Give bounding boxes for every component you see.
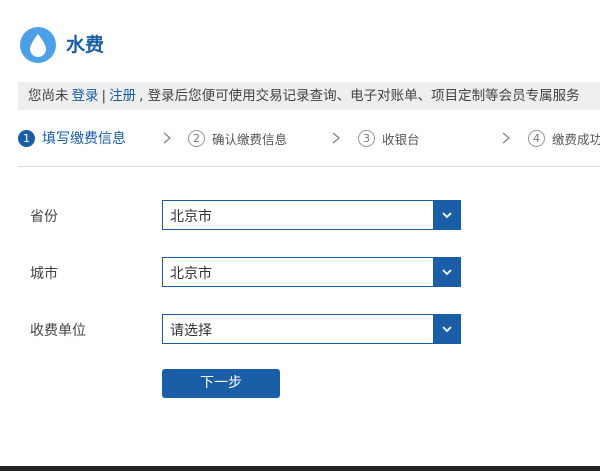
next-step-button[interactable]: 下一步 xyxy=(162,369,280,398)
province-value: 北京市 xyxy=(170,209,212,225)
page-title: 水费 xyxy=(66,34,105,56)
notice-prefix: 您尚未 xyxy=(28,88,69,104)
step-fill-info: 1 填写缴费信息 xyxy=(18,128,126,148)
city-row: 城市 北京市 xyxy=(0,257,600,287)
step-label-4: 缴费成功 xyxy=(552,131,600,147)
province-row: 省份 北京市 xyxy=(0,200,600,230)
chevron-right-icon xyxy=(163,132,172,144)
step-payment-success: 4 缴费成功 xyxy=(528,128,600,148)
city-label: 城市 xyxy=(30,266,58,282)
notice-separator: | xyxy=(101,88,107,104)
progress-steps: 1 填写缴费信息 2 确认缴费信息 3 收银台 4 缴费成功 xyxy=(0,118,600,156)
chevron-down-icon xyxy=(442,212,452,219)
step-label-2: 确认缴费信息 xyxy=(212,131,288,147)
step-label-3: 收银台 xyxy=(382,131,420,147)
register-link[interactable]: 注册 xyxy=(109,88,136,104)
notice-suffix: , 登录后您便可使用交易记录查询、电子对账单、项目定制等会员专属服务 xyxy=(139,88,580,104)
city-dropdown-button[interactable] xyxy=(433,257,461,287)
step-number-1: 1 xyxy=(18,129,35,147)
city-select[interactable]: 北京市 xyxy=(162,257,461,287)
chevron-right-icon xyxy=(502,132,511,144)
charging-unit-select[interactable]: 请选择 xyxy=(162,314,461,344)
divider xyxy=(18,166,600,167)
step-label-1: 填写缴费信息 xyxy=(42,131,126,147)
step-number-4: 4 xyxy=(528,129,545,147)
charging-unit-label: 收费单位 xyxy=(30,323,86,339)
step-number-2: 2 xyxy=(188,129,205,147)
province-dropdown-button[interactable] xyxy=(433,200,461,230)
charging-unit-dropdown-button[interactable] xyxy=(433,314,461,344)
province-label: 省份 xyxy=(30,209,58,225)
login-notice-bar: 您尚未 登录 | 注册, 登录后您便可使用交易记录查询、电子对账单、项目定制等会员专属… xyxy=(18,82,600,110)
chevron-right-icon xyxy=(332,132,341,144)
charging-unit-value: 请选择 xyxy=(170,323,212,339)
login-link[interactable]: 登录 xyxy=(72,88,99,104)
city-value: 北京市 xyxy=(170,266,212,282)
header: 水费 xyxy=(0,0,600,80)
page: 水费 您尚未 登录 | 注册, 登录后您便可使用交易记录查询、电子对账单、项目定制等会… xyxy=(0,0,600,471)
step-number-3: 3 xyxy=(358,129,375,147)
charging-unit-row: 收费单位 请选择 xyxy=(0,314,600,344)
chevron-down-icon xyxy=(442,326,452,333)
water-drop-icon xyxy=(20,27,56,63)
step-confirm-info: 2 确认缴费信息 xyxy=(188,128,287,148)
bottom-edge-bar xyxy=(0,466,600,471)
step-cashier: 3 收银台 xyxy=(358,128,420,148)
province-select[interactable]: 北京市 xyxy=(162,200,461,230)
chevron-down-icon xyxy=(442,269,452,276)
